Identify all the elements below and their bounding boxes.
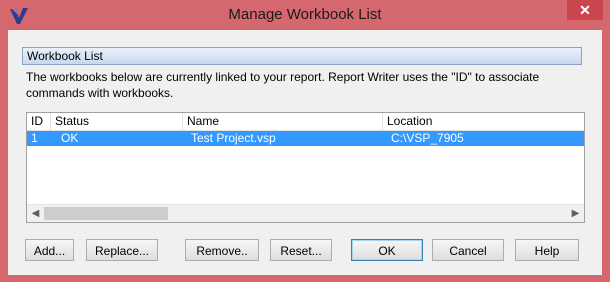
- title-bar[interactable]: Manage Workbook List ✕: [0, 0, 610, 30]
- cell-location: C:\VSP_7905: [391, 131, 464, 145]
- cell-status: OK: [61, 131, 79, 145]
- table-row[interactable]: 1 OK Test Project.vsp C:\VSP_7905: [27, 131, 584, 146]
- table-header: ID Status Name Location: [27, 113, 584, 131]
- ok-button[interactable]: OK: [351, 239, 423, 261]
- add-button[interactable]: Add...: [25, 239, 74, 261]
- column-header-id[interactable]: ID: [27, 113, 51, 130]
- scroll-left-icon[interactable]: ◀: [27, 205, 44, 222]
- workbook-list-table[interactable]: ID Status Name Location 1 OK Test Projec…: [26, 112, 585, 223]
- dialog-window: Manage Workbook List ✕ Workbook List The…: [0, 0, 610, 282]
- dialog-client-area: Workbook List The workbooks below are cu…: [8, 30, 602, 275]
- close-button[interactable]: ✕: [567, 0, 603, 20]
- window-title: Manage Workbook List: [228, 6, 382, 23]
- cancel-button[interactable]: Cancel: [432, 239, 504, 261]
- reset-button[interactable]: Reset...: [270, 239, 332, 261]
- column-header-status[interactable]: Status: [51, 113, 183, 130]
- workbook-list-description: The workbooks below are currently linked…: [26, 70, 540, 100]
- cell-name: Test Project.vsp: [191, 131, 276, 145]
- workbook-list-header: Workbook List: [22, 47, 582, 65]
- replace-button[interactable]: Replace...: [86, 239, 158, 261]
- close-icon: ✕: [579, 1, 591, 18]
- column-header-location[interactable]: Location: [383, 113, 584, 130]
- column-header-name[interactable]: Name: [183, 113, 383, 130]
- horizontal-scrollbar[interactable]: ◀ ▶: [27, 204, 584, 222]
- cell-id: 1: [31, 131, 38, 145]
- help-button[interactable]: Help: [515, 239, 579, 261]
- scroll-right-icon[interactable]: ▶: [567, 205, 584, 222]
- remove-button[interactable]: Remove..: [185, 239, 259, 261]
- scrollbar-thumb[interactable]: [44, 207, 168, 220]
